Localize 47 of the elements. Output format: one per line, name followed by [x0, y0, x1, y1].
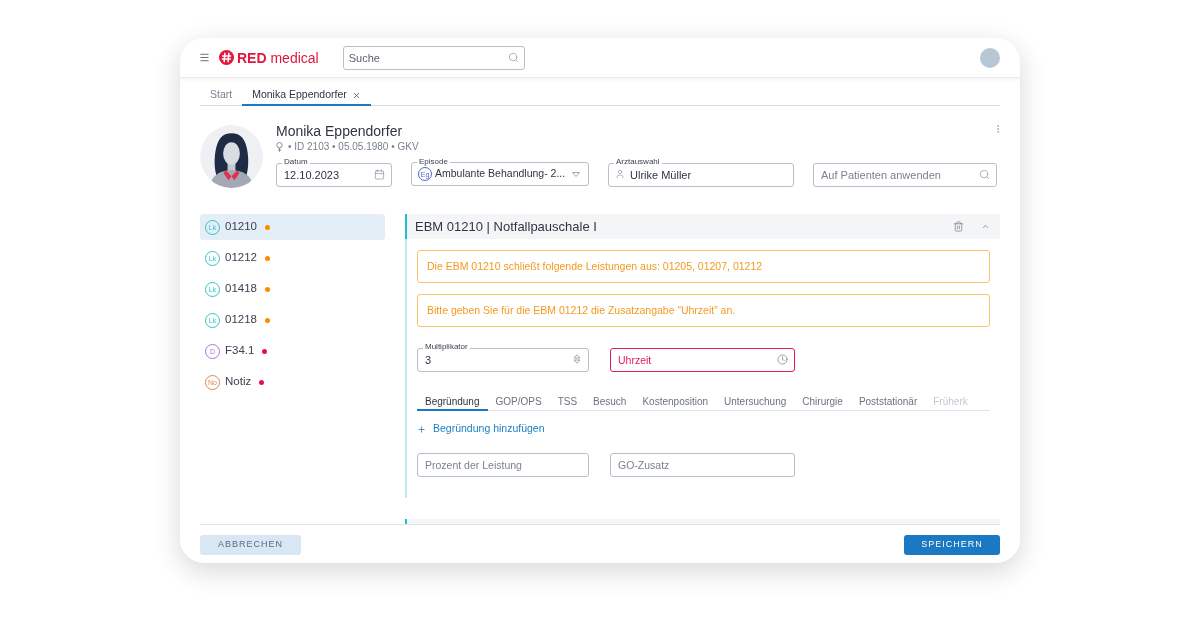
detail-tab[interactable]: GOP/OPS	[487, 393, 550, 411]
logo-text: RED medical	[237, 49, 319, 66]
warning-alert: Die EBM 01210 schließt folgende Leistungen aus: 01205, 01207, 01212	[417, 250, 990, 283]
time-field[interactable]: Uhrzeit	[610, 348, 795, 372]
trash-icon[interactable]	[953, 221, 964, 232]
doctor-field[interactable]: Ulrike Müller	[608, 163, 794, 187]
chevron-up-icon[interactable]	[981, 222, 990, 231]
patient-search-field[interactable]: Auf Patienten anwenden	[813, 163, 997, 187]
field-label: Episode	[417, 157, 450, 166]
clock-icon	[777, 353, 788, 365]
avatar-silhouette-icon	[200, 125, 263, 188]
menu-icon[interactable]	[199, 52, 210, 63]
detail-tab[interactable]: Kostenposition	[634, 393, 717, 411]
panel-title: EBM 01210 | Notfallpauschale I	[415, 217, 598, 236]
tab[interactable]: Start	[200, 86, 243, 106]
user-avatar[interactable]	[980, 47, 1000, 68]
logo-icon	[219, 50, 234, 65]
detail-tab[interactable]: Chirurgie	[794, 393, 851, 411]
field-label: Datum	[282, 157, 310, 166]
plus-icon	[417, 424, 426, 434]
detail-tab[interactable]: Begründung	[417, 393, 488, 411]
warning-alert: Bitte geben Sie für die EBM 01212 die Zusatzangabe “Uhrzeit” an.	[417, 294, 990, 327]
add-reason-link[interactable]: Begründung hinzufügen	[417, 423, 545, 435]
female-icon	[276, 142, 283, 152]
search-icon	[507, 51, 519, 63]
detail-tab[interactable]: TSS	[549, 393, 586, 411]
cancel-button[interactable]: ABBRECHEN	[200, 535, 301, 555]
text-field[interactable]: GO-Zusatz	[610, 453, 795, 477]
calendar-icon	[374, 168, 385, 180]
text-field[interactable]: Prozent der Leistung	[417, 453, 589, 477]
patient-name: Monika Eppendorfer	[276, 122, 403, 140]
field-label: Arztauswahl	[614, 157, 662, 166]
date-field[interactable]: 12.10.2023	[276, 163, 392, 187]
save-button[interactable]: SPEICHERN	[904, 535, 1000, 555]
episode-value: Ambulante Behandlung- 2...	[435, 166, 567, 182]
person-icon	[615, 169, 625, 179]
up-down-icon[interactable]	[573, 354, 581, 364]
close-icon[interactable]	[351, 90, 361, 100]
detail-tab[interactable]: Besuch	[585, 393, 635, 411]
detail-tab[interactable]: Untersuchung	[716, 393, 795, 411]
detail-tab[interactable]: Poststationär	[850, 393, 926, 411]
dropdown-icon	[572, 171, 580, 177]
field-label: Multiplikator	[423, 342, 470, 351]
tab[interactable]: Monika Eppendorfer	[242, 86, 371, 106]
patient-info: • ID 2103 • 05.05.1980 • GKV	[288, 140, 419, 154]
search-icon	[979, 168, 990, 180]
search-field[interactable]: Suche	[342, 46, 525, 70]
